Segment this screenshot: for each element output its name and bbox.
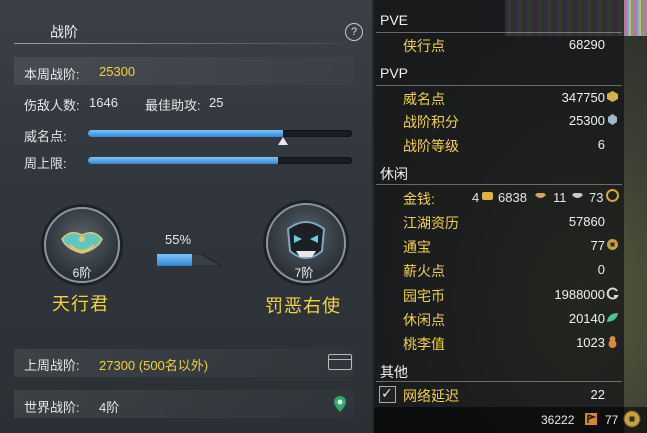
copper-ingot-icon — [572, 193, 583, 198]
money-coin-value: 73 — [589, 190, 604, 205]
title-divider — [14, 43, 344, 44]
prestige-marker-icon — [278, 137, 289, 145]
pve-section-title: PVE — [380, 12, 409, 28]
next-tier: 7阶 — [294, 266, 314, 280]
weekly-cap-bar-fill — [88, 157, 279, 164]
current-tier: 6阶 — [72, 266, 92, 280]
gourd-icon — [608, 336, 617, 348]
gold-ingot-icon — [482, 192, 493, 200]
xinhuo-points-label: 薪火点 — [403, 263, 445, 279]
pve-divider — [376, 32, 622, 33]
bottom-value-2: 77 — [605, 413, 619, 427]
silver-ingot-icon — [535, 193, 546, 198]
panel-title: 战阶 — [50, 24, 78, 40]
money-silver-value: 6838 — [498, 190, 527, 205]
other-section-title: 其他 — [380, 364, 408, 380]
prestige-label: 威名点: — [24, 129, 67, 144]
homestead-coin-label: 园宅币 — [403, 288, 445, 304]
pvp-section-title: PVP — [380, 65, 409, 81]
xiaxing-points-label: 侠行点 — [403, 38, 445, 54]
jianghu-experience-value: 57860 — [568, 214, 605, 229]
rank-score-label: 战阶积分 — [403, 114, 459, 130]
homestead-coin-icon — [606, 287, 619, 300]
other-divider — [376, 381, 622, 382]
rank-level-value: 6 — [597, 137, 605, 152]
network-latency-label: 网络延迟 — [403, 388, 459, 404]
prestige-bar-fill — [88, 130, 284, 137]
chest-icon[interactable] — [328, 354, 352, 370]
money-copper-value: 11 — [553, 190, 567, 205]
leisure-points-label: 休闲点 — [403, 312, 445, 328]
money-label: 金钱: — [403, 191, 435, 207]
pvp-divider — [376, 85, 622, 86]
homestead-coin-value: 1988000 — [554, 287, 605, 302]
prestige-points-label: 威名点 — [403, 91, 445, 107]
rank-score-icon — [608, 114, 617, 125]
best-assist-value: 25 — [209, 95, 224, 110]
tongbao-coin-icon[interactable] — [623, 410, 641, 428]
last-week-label: 上周战阶: — [24, 358, 80, 373]
world-rank-value: 4阶 — [99, 400, 120, 415]
rank-level-label: 战阶等级 — [403, 138, 459, 154]
prestige-icon — [607, 91, 618, 102]
leaf-icon — [607, 313, 618, 322]
prestige-bar — [88, 130, 352, 145]
weekly-rank-value: 25300 — [99, 64, 136, 79]
weekly-rank-label: 本周战阶: — [24, 67, 80, 82]
defeated-label: 伤敌人数: — [24, 98, 80, 113]
current-rank-name: 天行君 — [52, 294, 109, 314]
money-gold-value: 4 — [472, 190, 480, 205]
prestige-points-value: 347750 — [561, 90, 605, 105]
tongbao-label: 通宝 — [403, 239, 431, 255]
progress-percent: 55% — [165, 232, 192, 247]
network-latency-checkbox[interactable] — [379, 385, 396, 403]
defeated-value: 1646 — [89, 95, 118, 110]
rank-score-value: 25300 — [568, 113, 605, 128]
coin-icon — [606, 189, 619, 202]
world-rank-label: 世界战阶: — [24, 400, 80, 415]
next-rank-name: 罚恶右使 — [265, 296, 341, 316]
leisure-section-title: 休闲 — [380, 166, 408, 182]
help-button[interactable]: ? — [345, 23, 363, 41]
network-latency-value: 22 — [590, 387, 605, 402]
flag-icon[interactable] — [583, 411, 599, 427]
location-pin-icon[interactable] — [333, 395, 347, 413]
bottom-value-1: 36222 — [541, 413, 575, 427]
tongbao-coin-icon — [607, 239, 618, 250]
jianghu-experience-label: 江湖资历 — [403, 215, 459, 231]
tier-progress-bar — [157, 254, 221, 266]
tier-progress-fill — [157, 254, 193, 266]
xinhuo-points-value: 0 — [597, 262, 605, 277]
best-assist-label: 最佳助攻: — [145, 98, 201, 113]
leisure-divider — [376, 184, 622, 185]
weekly-cap-label: 周上限: — [24, 156, 67, 171]
last-week-value: 27300 (500名以外) — [99, 358, 209, 373]
leisure-points-value: 20140 — [568, 311, 605, 326]
xiaxing-points-value: 68290 — [568, 37, 605, 52]
taoli-value-value: 1023 — [576, 335, 605, 350]
taoli-value-label: 桃李值 — [403, 336, 445, 352]
weekly-cap-bar — [88, 157, 352, 164]
tongbao-value: 77 — [590, 238, 605, 253]
rank-panel: 战阶 ? 本周战阶: 25300 伤敌人数: 1646 最佳助攻: 25 威名点… — [0, 0, 372, 433]
